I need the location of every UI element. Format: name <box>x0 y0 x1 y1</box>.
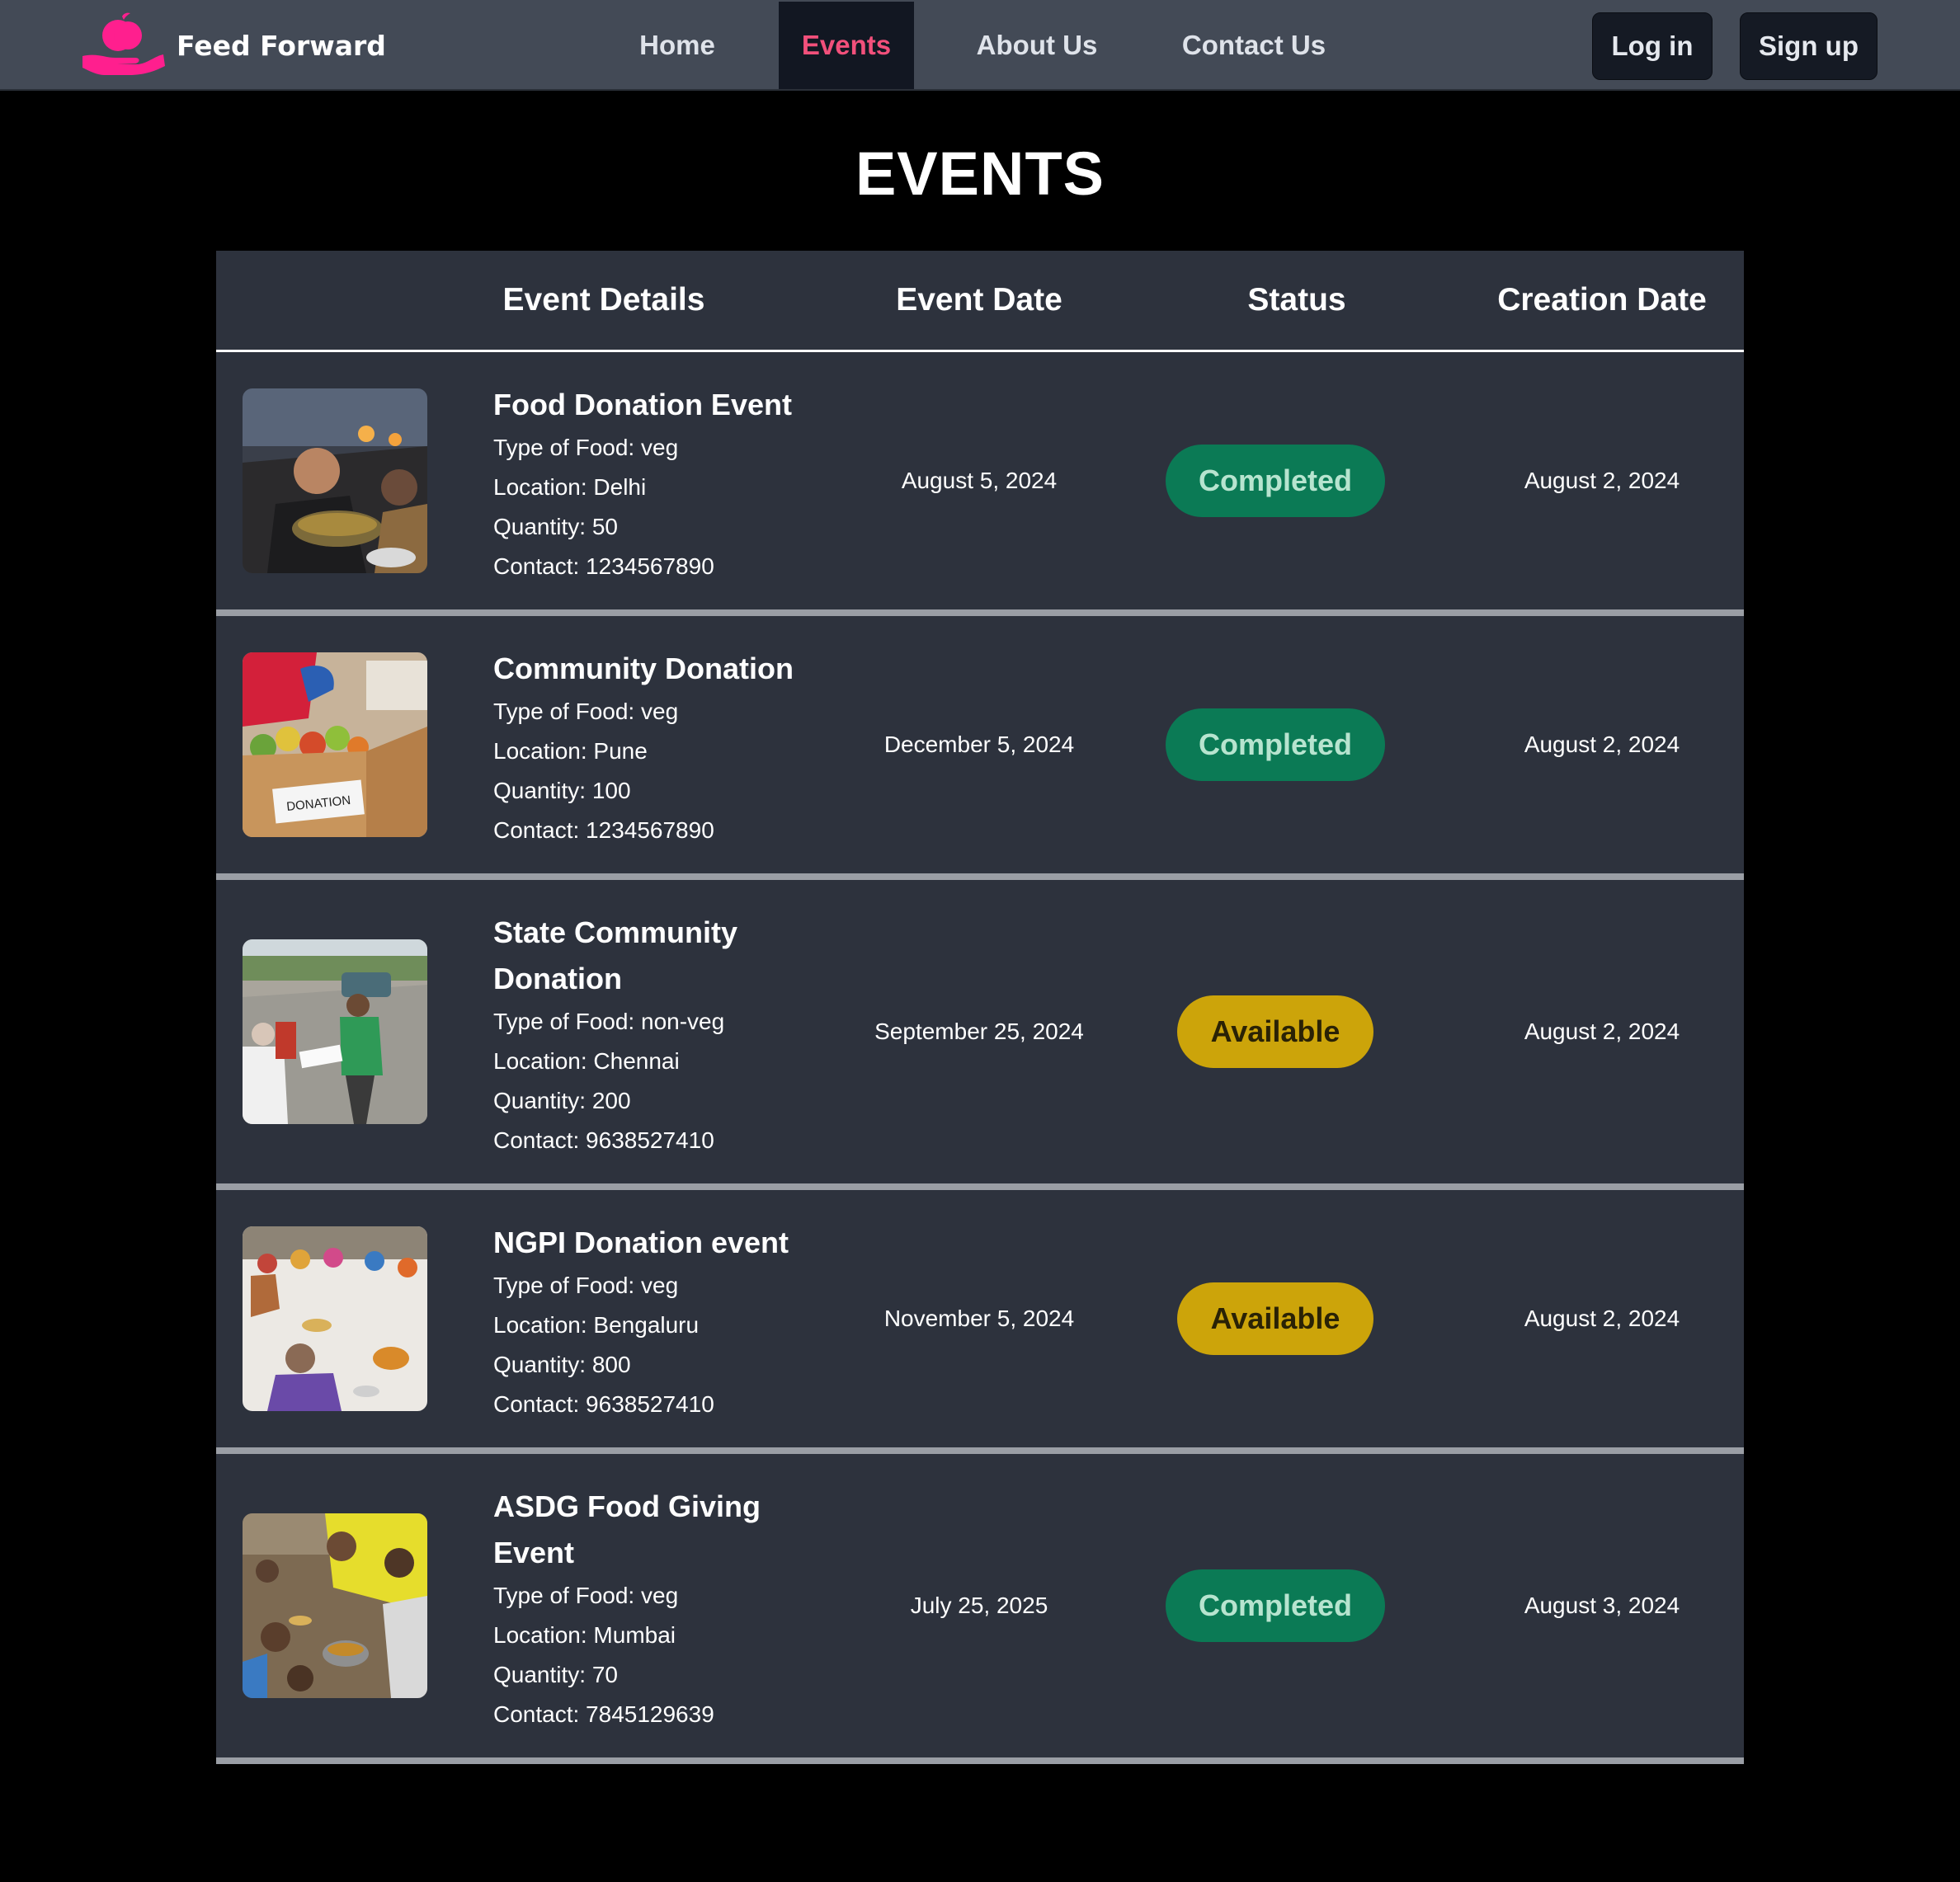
event-details: NGPI Donation event Type of Food: veg Lo… <box>493 1220 807 1424</box>
event-contact: Contact: 9638527410 <box>493 1391 714 1417</box>
event-details: State Community Donation Type of Food: n… <box>493 910 807 1160</box>
signup-button[interactable]: Sign up <box>1740 12 1878 80</box>
event-image <box>243 388 427 573</box>
event-details: ASDG Food Giving Event Type of Food: veg… <box>493 1484 807 1734</box>
creation-date: August 2, 2024 <box>1524 468 1680 493</box>
event-contact: Contact: 1234567890 <box>493 553 714 579</box>
status-badge: Completed <box>1166 1569 1385 1642</box>
event-food-type: Type of Food: veg <box>493 699 679 724</box>
login-button[interactable]: Log in <box>1592 12 1713 80</box>
event-quantity: Quantity: 70 <box>493 1662 618 1687</box>
event-quantity: Quantity: 200 <box>493 1088 631 1113</box>
event-date: August 5, 2024 <box>901 468 1058 493</box>
event-title: ASDG Food Giving Event <box>493 1489 761 1569</box>
nav-contact-us[interactable]: Contact Us <box>1161 2 1346 89</box>
event-title: Community Donation <box>493 652 794 685</box>
table-row: ASDG Food Giving Event Type of Food: veg… <box>216 1454 1744 1764</box>
event-details: Community Donation Type of Food: veg Loc… <box>493 646 807 850</box>
nav-events[interactable]: Events <box>779 2 914 89</box>
status-badge: Available <box>1177 995 1373 1068</box>
event-contact: Contact: 7845129639 <box>493 1701 714 1727</box>
event-details: Food Donation Event Type of Food: veg Lo… <box>493 382 807 586</box>
header-event-date: Event Date <box>896 282 1062 318</box>
header-creation-date: Creation Date <box>1497 282 1707 318</box>
table-row: DONATION Community Donation Type of Food… <box>216 616 1744 880</box>
event-title: NGPI Donation event <box>493 1226 789 1259</box>
event-date: December 5, 2024 <box>883 732 1075 757</box>
page-title: EVENTS <box>855 139 1105 208</box>
apple-on-hand-icon[interactable] <box>79 12 168 78</box>
event-location: Location: Bengaluru <box>493 1312 700 1338</box>
event-date: July 25, 2025 <box>910 1593 1048 1618</box>
event-title: Food Donation Event <box>493 388 792 421</box>
event-contact: Contact: 9638527410 <box>493 1127 714 1153</box>
navbar: Feed Forward Home Events About Us Contac… <box>0 0 1960 91</box>
event-image: DONATION <box>243 652 427 837</box>
nav-about-us[interactable]: About Us <box>959 2 1114 89</box>
event-location: Location: Delhi <box>493 474 647 500</box>
status-badge: Completed <box>1166 708 1385 781</box>
event-location: Location: Chennai <box>493 1048 680 1074</box>
event-date: September 25, 2024 <box>874 1019 1084 1044</box>
event-food-type: Type of Food: non-veg <box>493 1009 725 1034</box>
event-location: Location: Pune <box>493 738 648 764</box>
status-badge: Completed <box>1166 445 1385 517</box>
event-image <box>243 1513 427 1698</box>
event-contact: Contact: 1234567890 <box>493 817 714 843</box>
creation-date: August 2, 2024 <box>1524 1306 1680 1331</box>
event-food-type: Type of Food: veg <box>493 435 679 460</box>
table-row: NGPI Donation event Type of Food: veg Lo… <box>216 1190 1744 1454</box>
brand-name[interactable]: Feed Forward <box>177 30 386 62</box>
event-quantity: Quantity: 50 <box>493 514 618 539</box>
event-location: Location: Mumbai <box>493 1622 676 1648</box>
creation-date: August 2, 2024 <box>1524 732 1680 757</box>
creation-date: August 2, 2024 <box>1524 1019 1680 1044</box>
header-event-details: Event Details <box>502 282 705 318</box>
event-title: State Community Donation <box>493 915 738 995</box>
table-row: State Community Donation Type of Food: n… <box>216 880 1744 1190</box>
header-status: Status <box>1247 282 1346 318</box>
event-image <box>243 1226 427 1411</box>
event-image <box>243 939 427 1124</box>
event-food-type: Type of Food: veg <box>493 1273 679 1298</box>
table-row: Food Donation Event Type of Food: veg Lo… <box>216 352 1744 616</box>
event-date: November 5, 2024 <box>883 1306 1075 1331</box>
event-quantity: Quantity: 800 <box>493 1352 631 1377</box>
creation-date: August 3, 2024 <box>1524 1593 1680 1618</box>
status-badge: Available <box>1177 1282 1373 1355</box>
event-food-type: Type of Food: veg <box>493 1583 679 1608</box>
events-table: Event Details Event Date Status Creation… <box>216 251 1744 1764</box>
nav-home[interactable]: Home <box>615 2 740 89</box>
table-header: Event Details Event Date Status Creation… <box>216 251 1744 352</box>
event-quantity: Quantity: 100 <box>493 778 631 803</box>
